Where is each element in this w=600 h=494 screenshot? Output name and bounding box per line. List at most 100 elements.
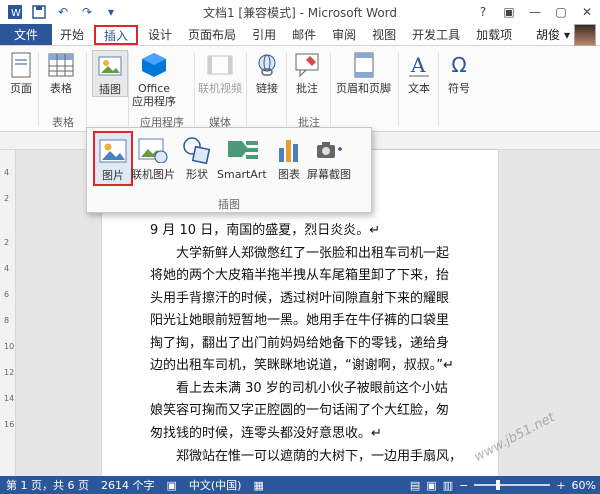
page-icon — [6, 50, 36, 80]
avatar[interactable] — [574, 23, 596, 46]
office-store-icon — [139, 50, 169, 80]
camera-icon — [313, 134, 345, 166]
picture-icon — [97, 135, 129, 167]
zoom-level[interactable]: 60% — [572, 479, 596, 492]
group-separator — [128, 52, 129, 126]
tab-design[interactable]: 设计 — [140, 24, 180, 45]
web-layout-icon[interactable]: ▥ — [443, 479, 453, 492]
vertical-ruler[interactable]: 4 2 2 4 6 8 10 12 14 16 — [0, 150, 16, 476]
text-button[interactable]: A 文本 — [404, 50, 434, 95]
group-label-illustrations: 插图 — [218, 198, 240, 211]
read-mode-icon[interactable]: ▤ — [410, 479, 420, 492]
links-button[interactable]: 链接 — [252, 50, 282, 95]
save-icon[interactable] — [28, 1, 50, 23]
language-indicator[interactable]: 中文(中国) — [183, 477, 248, 493]
view-controls: ▤ ▣ ▥ − + 60% — [410, 476, 596, 494]
table-icon — [46, 50, 76, 80]
customize-icon[interactable]: ▾ — [100, 1, 122, 23]
word-logo-icon[interactable]: W — [4, 1, 26, 23]
omega-icon: Ω — [451, 53, 467, 77]
user-account[interactable]: 胡俊 ▾ — [535, 23, 600, 46]
smartart-button[interactable]: SmartArt — [217, 134, 267, 181]
group-separator — [38, 52, 39, 126]
undo-icon[interactable]: ↶ — [52, 1, 74, 23]
office-apps-button[interactable]: Office 应用程序 — [132, 50, 176, 108]
maximize-button[interactable]: ▢ — [548, 0, 574, 24]
title-bar: W ↶ ↷ ▾ 文档1 [兼容模式] - Microsoft Word ? ▣ … — [0, 0, 600, 24]
window-controls: ? ▣ — ▢ ✕ — [470, 0, 600, 24]
redo-icon[interactable]: ↷ — [76, 1, 98, 23]
tab-layout[interactable]: 页面布局 — [180, 24, 244, 45]
print-layout-icon[interactable]: ▣ — [426, 479, 436, 492]
tab-references[interactable]: 引用 — [244, 24, 284, 45]
ribbon-tabs: 文件 开始 插入 设计 页面布局 引用 邮件 审阅 视图 开发工具 加载项 胡俊… — [0, 23, 600, 46]
comment-icon — [292, 50, 322, 80]
video-icon — [205, 50, 235, 80]
header-footer-icon — [349, 50, 379, 80]
tab-addins[interactable]: 加载项 — [468, 24, 520, 45]
group-separator — [246, 52, 247, 126]
chevron-down-icon: ▾ — [563, 27, 570, 42]
tab-developer[interactable]: 开发工具 — [404, 24, 468, 45]
doc-line: 掏了掏，翻出了出门前妈妈给她备下的零钱，递给身 — [150, 336, 450, 351]
group-separator — [86, 52, 87, 126]
tab-review[interactable]: 审阅 — [324, 24, 364, 45]
svg-text:A: A — [410, 53, 426, 77]
ribbon-display-button[interactable]: ▣ — [496, 0, 522, 24]
group-separator — [286, 52, 287, 126]
doc-line: 阳光让她眼前短暂地一黑。她用手在牛仔裤的口袋里 — [150, 313, 450, 328]
zoom-out-button[interactable]: − — [459, 479, 468, 492]
picture-button[interactable]: 图片 — [93, 131, 133, 186]
group-separator — [398, 52, 399, 126]
doc-line: 9 月 10 日，南国的盛夏，烈日炎炎。↵ — [150, 223, 381, 238]
screenshot-button[interactable]: 屏幕截图 — [307, 134, 351, 181]
svg-text:W: W — [11, 8, 21, 19]
header-footer-button[interactable]: 页眉和页脚 — [336, 50, 391, 95]
tab-home[interactable]: 开始 — [52, 24, 92, 45]
picture-icon — [95, 51, 125, 81]
user-name: 胡俊 — [535, 28, 560, 42]
tab-insert[interactable]: 插入 — [94, 25, 139, 45]
doc-line: 匆找钱的时候，连零头都没好意思收。↵ — [150, 426, 382, 441]
macro-icon[interactable]: ▦ — [247, 479, 269, 492]
chart-button[interactable]: 图表 — [273, 134, 305, 181]
doc-line: 头用手背擦汗的时候，透过树叶间隙直射下来的耀眼 — [150, 291, 450, 306]
zoom-slider-thumb[interactable] — [495, 480, 500, 490]
minimize-button[interactable]: — — [522, 0, 548, 24]
bar-chart-icon — [273, 134, 305, 166]
comment-button[interactable]: 批注 — [292, 50, 322, 95]
quick-access-toolbar: W ↶ ↷ ▾ — [0, 0, 122, 24]
shapes-button[interactable]: 形状 — [181, 134, 213, 181]
doc-line: 大学新鲜人郑微憋红了一张脸和出租车司机一起 — [176, 246, 450, 261]
textbox-icon: A — [404, 50, 434, 80]
doc-line: 看上去未满 30 岁的司机小伙子被眼前这个小姑 — [176, 381, 448, 396]
illustration-button[interactable]: 插图 — [92, 50, 128, 97]
doc-line: 边的出租车司机，笑眯眯地说道，“谢谢啊，叔叔。”↵ — [150, 358, 454, 373]
online-video-button[interactable]: 联机视频 — [198, 50, 242, 95]
zoom-in-button[interactable]: + — [556, 479, 565, 492]
smartart-icon — [226, 134, 258, 166]
online-picture-button[interactable]: 联机图片 — [131, 134, 175, 181]
doc-line: 郑微站在惟一可以遮荫的大树下，一边用手扇风， — [176, 449, 463, 464]
zoom-slider[interactable] — [474, 480, 551, 490]
ribbon: 页面 表格 表格 插图 Office 应用程序 应用程序 联机视频 媒体 链接 … — [0, 46, 600, 132]
help-button[interactable]: ? — [470, 0, 496, 24]
group-label-table: 表格 — [52, 116, 74, 129]
online-picture-icon — [137, 134, 169, 166]
page-count[interactable]: 第 1 页，共 6 页 — [0, 477, 95, 493]
link-icon — [252, 50, 282, 80]
page-button[interactable]: 页面 — [6, 50, 36, 95]
tab-view[interactable]: 视图 — [364, 24, 404, 45]
proofing-icon[interactable]: ▣ — [160, 479, 182, 492]
table-button[interactable]: 表格 — [46, 50, 76, 95]
word-count[interactable]: 2614 个字 — [95, 477, 161, 493]
tab-file[interactable]: 文件 — [0, 24, 52, 45]
doc-line: 娘笑容可掬而又字正腔圆的一句话闹了个大红脸，匆 — [150, 403, 450, 418]
doc-line: 将她的两个大皮箱半拖半拽从车尾箱里卸了下来，抬 — [150, 268, 450, 283]
symbol-button[interactable]: Ω 符号 — [444, 50, 474, 95]
shapes-icon — [181, 134, 213, 166]
tab-mailings[interactable]: 邮件 — [284, 24, 324, 45]
group-separator — [438, 52, 439, 126]
close-button[interactable]: ✕ — [574, 0, 600, 24]
status-bar: 第 1 页，共 6 页 2614 个字 ▣ 中文(中国) ▦ ▤ ▣ ▥ − +… — [0, 476, 600, 494]
